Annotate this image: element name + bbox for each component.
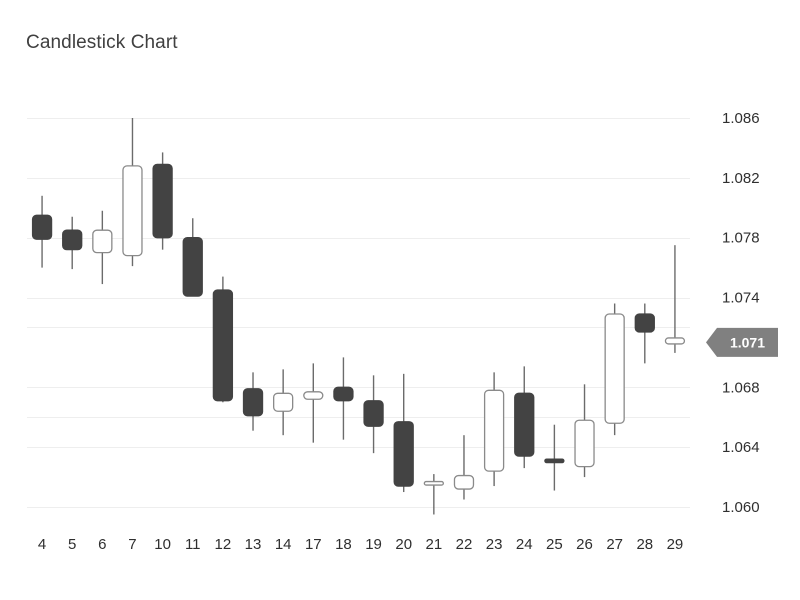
candle[interactable] (212, 276, 234, 403)
x-axis-tick-label: 10 (154, 536, 171, 553)
candle-body-down (31, 214, 53, 240)
candle-body-down (393, 421, 414, 487)
candle[interactable] (483, 372, 505, 487)
candle[interactable] (242, 372, 264, 431)
candlestick-chart-page: Candlestick Chart 1.086 1.082 1.078 1.074 1.… (0, 0, 800, 600)
candle-body-up (303, 391, 324, 400)
candle-body-down (514, 392, 535, 457)
x-axis-tick-label: 21 (425, 536, 442, 553)
x-axis-tick-label: 20 (395, 536, 412, 553)
y-axis-tick-label: 1.082 (722, 170, 760, 187)
y-axis-tick-label: 1.074 (722, 290, 760, 307)
candle[interactable] (182, 218, 203, 297)
x-axis-tick-label: 29 (667, 536, 684, 553)
y-axis-labels: 1.086 1.082 1.078 1.074 1.068 1.064 1.060 (722, 110, 760, 516)
candle[interactable] (393, 373, 414, 493)
candle-body-down (634, 313, 655, 333)
x-axis-tick-label: 13 (245, 536, 262, 553)
x-axis-tick-label: 27 (606, 536, 623, 553)
x-axis-tick-label: 25 (546, 536, 563, 553)
candle[interactable] (333, 357, 354, 440)
candle-body-down (62, 229, 83, 251)
x-axis-tick-label: 26 (576, 536, 593, 553)
candle[interactable] (423, 474, 444, 515)
price-marker-label: 1.071 (730, 334, 765, 350)
candle[interactable] (31, 195, 53, 268)
candle[interactable] (664, 245, 686, 353)
candle[interactable] (62, 216, 83, 270)
x-axis-tick-label: 19 (365, 536, 382, 553)
x-axis-tick-label: 22 (456, 536, 473, 553)
x-axis-tick-label: 4 (38, 536, 46, 553)
x-axis-tick-label: 11 (185, 536, 201, 553)
candle-body-up (273, 392, 294, 412)
candle-body-up (453, 474, 475, 490)
candle-body-up (604, 313, 625, 424)
x-axis-tick-label: 6 (98, 536, 106, 553)
x-axis-labels: 4 5 6 7 10 11 12 13 14 17 18 19 20 21 22 23 24 25 26 27 28 29 (38, 536, 683, 553)
candle[interactable] (92, 210, 113, 285)
candle[interactable] (604, 303, 625, 436)
candle-body-up (664, 337, 686, 345)
candle[interactable] (514, 366, 535, 469)
candle-body-down (333, 386, 354, 402)
candle[interactable] (122, 118, 143, 267)
candle[interactable] (273, 369, 294, 436)
candle-body-down (152, 163, 173, 239)
candlestick-plot: 1.086 1.082 1.078 1.074 1.068 1.064 1.060 4 5 6 7… (27, 110, 778, 553)
candle[interactable] (453, 435, 475, 500)
candle-body-down (242, 388, 264, 417)
candle-body-down (544, 458, 565, 464)
x-axis-tick-label: 18 (335, 536, 352, 553)
candle-body-up (92, 229, 113, 254)
x-axis-tick-label: 28 (636, 536, 653, 553)
x-axis-tick-label: 17 (305, 536, 322, 553)
candle[interactable] (544, 424, 565, 491)
current-price-marker: 1.071 (706, 327, 778, 357)
candle-body-down (363, 400, 384, 427)
x-axis-tick-label: 23 (486, 536, 503, 553)
candle-series (31, 118, 686, 515)
candle[interactable] (574, 384, 595, 478)
y-axis-tick-label: 1.064 (722, 439, 760, 456)
candle[interactable] (152, 152, 173, 250)
candle[interactable] (634, 303, 655, 364)
y-axis-tick-label: 1.086 (722, 110, 760, 127)
candle-body-down (212, 289, 234, 402)
candle-body-up (122, 165, 143, 257)
candle-body-up (574, 419, 595, 468)
x-axis-tick-label: 24 (516, 536, 533, 553)
y-axis-tick-label: 1.068 (722, 379, 760, 396)
x-axis-tick-label: 12 (215, 536, 232, 553)
candle[interactable] (303, 363, 324, 443)
y-axis-tick-label: 1.078 (722, 230, 760, 247)
candle-body-up (483, 389, 505, 472)
x-axis-tick-label: 14 (275, 536, 292, 553)
candle-body-down (182, 237, 203, 297)
y-axis-tick-label: 1.060 (722, 499, 760, 516)
x-axis-tick-label: 5 (68, 536, 76, 553)
x-axis-tick-label: 7 (128, 536, 136, 553)
candle-body-up (423, 480, 444, 486)
